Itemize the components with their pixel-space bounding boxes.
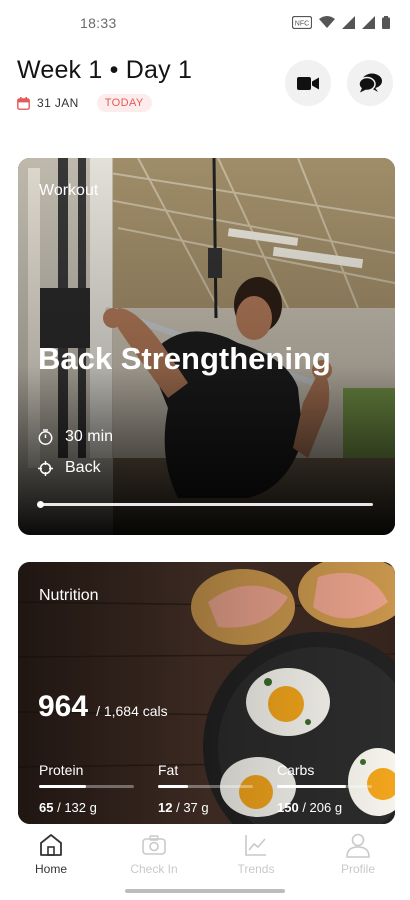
status-bar: 18:33 NFC bbox=[0, 0, 410, 46]
tab-label: Trends bbox=[237, 862, 275, 876]
duration-text: 30 min bbox=[65, 428, 114, 445]
nutrition-label: Nutrition bbox=[39, 587, 99, 604]
macro-progress-bar bbox=[158, 785, 253, 788]
status-icons: NFC bbox=[292, 16, 390, 29]
macro-value: 65 / 132 g bbox=[39, 800, 134, 815]
video-icon bbox=[297, 76, 319, 90]
trends-icon bbox=[245, 835, 266, 856]
day-header: Week 1 • Day 1 31 JAN TODAY bbox=[17, 56, 397, 116]
macro-value: 150 / 206 g bbox=[277, 800, 372, 815]
tab-label: Check In bbox=[130, 862, 178, 876]
video-call-button[interactable] bbox=[285, 60, 331, 106]
current-date: 31 JAN bbox=[37, 96, 79, 110]
workout-body-area: Back bbox=[38, 459, 101, 477]
macro-progress-fill bbox=[39, 785, 86, 788]
macro-progress-bar bbox=[39, 785, 134, 788]
chat-button[interactable] bbox=[347, 60, 393, 106]
workout-label: Workout bbox=[39, 182, 99, 199]
signal-2-icon bbox=[362, 16, 375, 29]
tab-label: Home bbox=[34, 862, 67, 876]
macro-target: / 37 g bbox=[176, 800, 209, 815]
calendar-icon bbox=[17, 96, 30, 110]
macro-name: Carbs bbox=[277, 762, 315, 778]
macro-name: Protein bbox=[39, 762, 84, 778]
workout-progress-bar bbox=[37, 501, 373, 508]
calorie-summary: 964 / 1,684 cals bbox=[38, 690, 168, 724]
workout-duration: 30 min bbox=[38, 428, 113, 446]
macro-carbs: Carbs 150 / 206 g bbox=[277, 762, 372, 815]
workout-progress-knob bbox=[37, 501, 44, 508]
macro-name: Fat bbox=[158, 762, 179, 778]
calories-target: / 1,684 cals bbox=[96, 703, 168, 719]
macro-fat: Fat 12 / 37 g bbox=[158, 762, 253, 815]
profile-icon bbox=[346, 833, 370, 858]
camera-icon bbox=[142, 835, 166, 855]
battery-icon bbox=[382, 16, 390, 29]
chat-icon bbox=[358, 73, 382, 93]
nutrition-card[interactable]: Nutrition 964 / 1,684 cals Protein 65 / … bbox=[18, 562, 395, 824]
macro-progress-bar bbox=[277, 785, 372, 788]
macro-consumed: 150 bbox=[277, 800, 299, 815]
gesture-bar bbox=[125, 889, 285, 893]
target-icon bbox=[38, 460, 53, 476]
macro-consumed: 12 bbox=[158, 800, 173, 815]
today-badge: TODAY bbox=[96, 94, 152, 112]
macro-consumed: 65 bbox=[39, 800, 54, 815]
tab-check-in[interactable]: Check In bbox=[114, 832, 194, 876]
workout-card[interactable]: Workout Back Strengthening 30 min Back bbox=[18, 158, 395, 535]
nfc-icon: NFC bbox=[292, 16, 312, 29]
macro-progress-fill bbox=[158, 785, 189, 788]
tab-label: Profile bbox=[340, 862, 375, 876]
svg-text:NFC: NFC bbox=[295, 21, 309, 28]
tab-trends[interactable]: Trends bbox=[216, 832, 296, 876]
date-row: 31 JAN TODAY bbox=[17, 94, 152, 112]
status-time: 18:33 bbox=[80, 15, 117, 31]
workout-title: Back Strengthening bbox=[38, 341, 331, 376]
signal-icon bbox=[342, 16, 355, 29]
app-screen: 18:33 NFC Week 1 • Day 1 31 JAN TODAY Wo… bbox=[0, 0, 410, 900]
wifi-icon bbox=[319, 16, 335, 28]
macro-target: / 132 g bbox=[57, 800, 97, 815]
macro-protein: Protein 65 / 132 g bbox=[39, 762, 134, 815]
tab-profile[interactable]: Profile bbox=[318, 832, 398, 876]
macro-target: / 206 g bbox=[302, 800, 343, 815]
timer-icon bbox=[38, 429, 53, 445]
macro-value: 12 / 37 g bbox=[158, 800, 253, 815]
home-icon bbox=[40, 834, 62, 856]
page-title: Week 1 • Day 1 bbox=[17, 56, 193, 84]
body-area-text: Back bbox=[65, 459, 101, 476]
tab-home[interactable]: Home bbox=[11, 832, 91, 876]
macro-progress-fill bbox=[277, 785, 347, 788]
calories-consumed: 964 bbox=[38, 690, 89, 723]
